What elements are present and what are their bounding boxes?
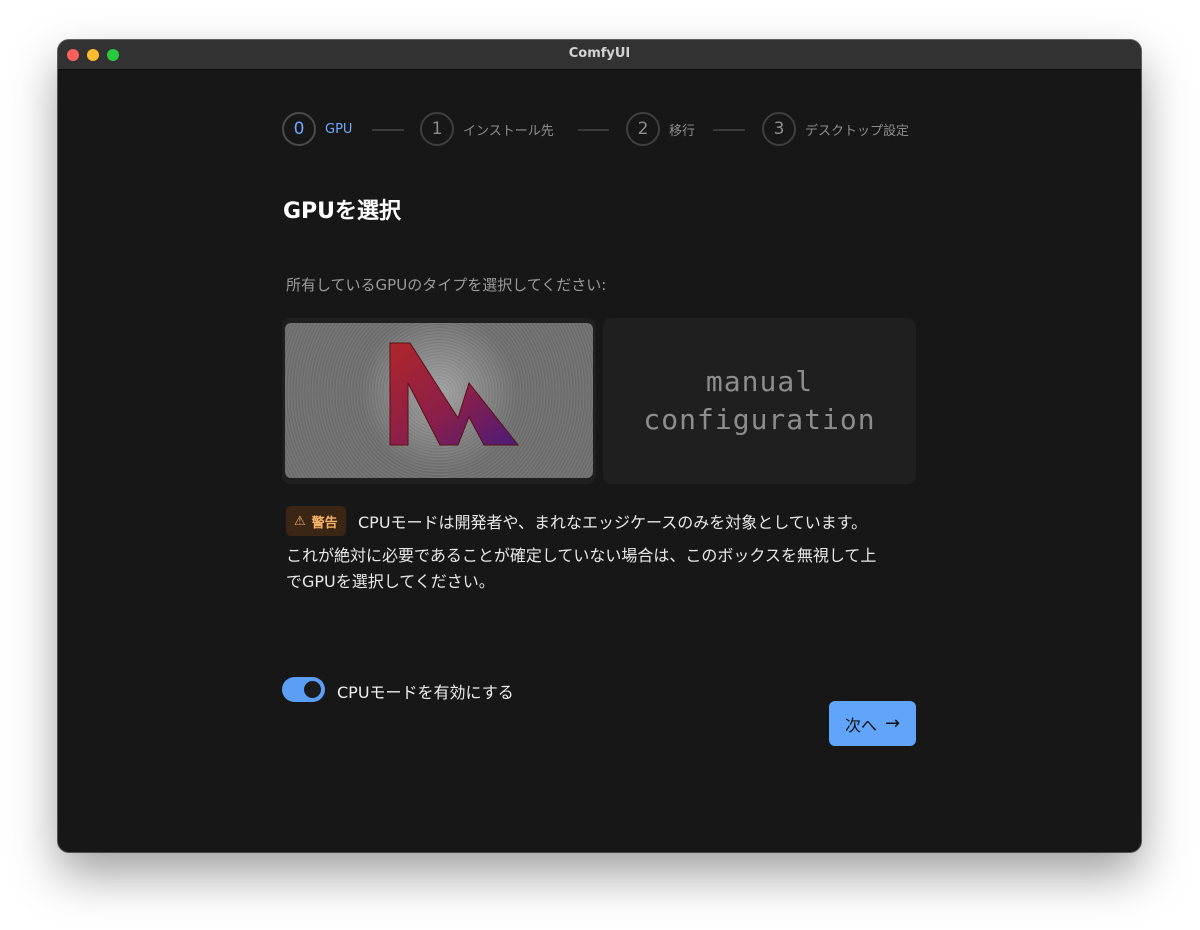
step-label: インストール先 xyxy=(463,123,554,139)
page-subtitle: 所有しているGPUのタイプを選択してください: xyxy=(286,276,607,294)
metal-logo-icon xyxy=(389,342,520,446)
step-number: 1 xyxy=(420,112,454,146)
step-label: 移行 xyxy=(669,123,696,139)
step-migration[interactable]: 2 移行 xyxy=(626,112,695,146)
warning-text-line2: これが絶対に必要であることが確定していない場合は、このボックスを無視して上 xyxy=(286,546,877,565)
step-connector xyxy=(578,129,609,131)
warning-badge: ⚠ 警告 xyxy=(286,506,346,536)
manual-label-line2: configuration xyxy=(643,403,876,436)
manual-label-line1: manual xyxy=(705,365,814,398)
warning-icon: ⚠ xyxy=(294,513,306,529)
step-number: 2 xyxy=(626,112,660,146)
page-title: GPUを選択 xyxy=(283,199,402,224)
step-number: 3 xyxy=(762,112,796,146)
warning-text-line1: CPUモードは開発者や、まれなエッジケースのみを対象としています。 xyxy=(358,513,868,532)
step-connector xyxy=(713,129,745,131)
arrow-right-icon: → xyxy=(884,713,901,734)
app-window: ComfyUI 0 GPU 1 インストール先 2 移行 3 デスクトップ設定 … xyxy=(58,40,1141,852)
step-install-location[interactable]: 1 インストール先 xyxy=(420,112,554,146)
gpu-option-manual[interactable]: manual configuration xyxy=(603,318,916,484)
step-desktop-settings[interactable]: 3 デスクトップ設定 xyxy=(762,112,909,146)
step-label: デスクトップ設定 xyxy=(805,123,910,139)
next-button[interactable]: 次へ → xyxy=(829,701,916,746)
window-title: ComfyUI xyxy=(568,46,631,61)
manual-configuration-label: manual configuration xyxy=(643,363,875,439)
warning-badge-label: 警告 xyxy=(311,515,338,531)
gpu-option-mps[interactable] xyxy=(282,318,596,484)
metal-logo-background xyxy=(285,323,593,478)
warning-text-line3: でGPUを選択してください。 xyxy=(286,572,495,591)
toggle-knob xyxy=(304,681,321,698)
step-label: GPU xyxy=(325,121,353,137)
step-number: 0 xyxy=(282,112,316,146)
step-connector xyxy=(372,129,404,131)
cpu-mode-toggle[interactable] xyxy=(282,677,325,702)
step-gpu[interactable]: 0 GPU xyxy=(282,112,352,146)
next-button-label: 次へ xyxy=(844,715,877,735)
cpu-mode-toggle-label: CPUモードを有効にする xyxy=(337,683,514,702)
title-bar: ComfyUI xyxy=(58,40,1141,70)
